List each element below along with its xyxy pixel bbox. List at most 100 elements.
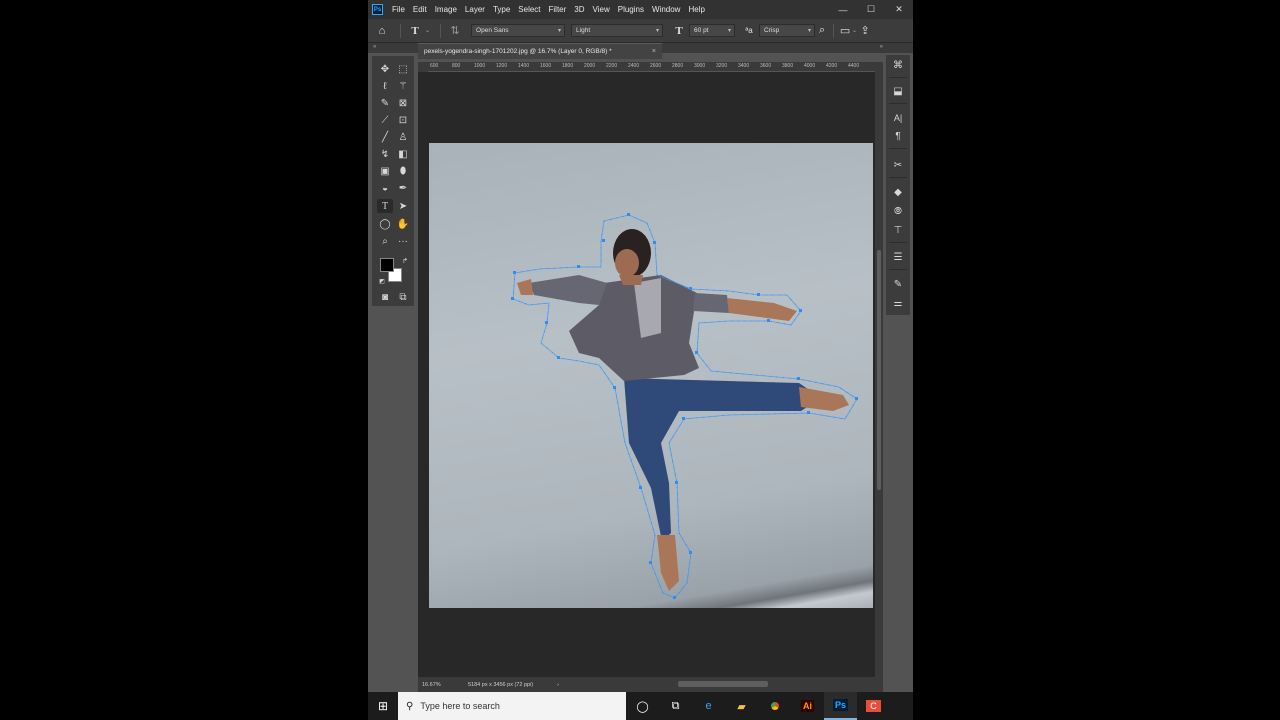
quick-selection-tool-icon[interactable]: ✎ bbox=[377, 96, 393, 110]
default-colors-icon[interactable]: ◩ bbox=[374, 274, 390, 288]
marquee-tool-icon[interactable]: ⬚ bbox=[395, 62, 411, 76]
document-tab[interactable]: pexels-yogendra-singh-1701202.jpg @ 16.7… bbox=[418, 43, 662, 59]
adjustments-panel-icon[interactable]: ☰ bbox=[886, 249, 910, 265]
photo-layer[interactable] bbox=[429, 143, 873, 608]
ruler-label: 3200 bbox=[716, 63, 728, 69]
dodge-tool-icon[interactable]: ◒ bbox=[377, 181, 393, 195]
menu-3d[interactable]: 3D bbox=[570, 5, 588, 14]
screen-mode-icon[interactable]: ⧉ bbox=[395, 290, 411, 304]
home-icon[interactable]: ⌂ bbox=[368, 25, 396, 37]
app-icon[interactable]: C bbox=[857, 692, 890, 720]
photoshop-taskbar-icon[interactable]: Ps bbox=[824, 692, 857, 720]
menu-image[interactable]: Image bbox=[431, 5, 461, 14]
move-tool-icon[interactable]: ✥ bbox=[377, 62, 393, 76]
font-size-select[interactable]: 60 pt ▾ bbox=[689, 24, 736, 37]
close-button[interactable]: ✕ bbox=[885, 4, 913, 15]
quick-mask-icon[interactable]: ◙ bbox=[377, 290, 393, 304]
chrome-icon[interactable] bbox=[758, 692, 791, 720]
channels-panel-icon[interactable]: ⦾ bbox=[886, 203, 910, 219]
ruler-label: 3800 bbox=[782, 63, 794, 69]
properties-panel-icon[interactable]: ⬓ bbox=[886, 83, 910, 99]
menu-edit[interactable]: Edit bbox=[409, 5, 431, 14]
layers-panel-icon[interactable]: ◆ bbox=[886, 184, 910, 200]
search-icon[interactable]: ⌕ bbox=[815, 24, 829, 37]
minimize-button[interactable]: — bbox=[829, 5, 857, 15]
gradient-tool-icon[interactable]: ▣ bbox=[377, 164, 393, 178]
more-tools-icon[interactable]: ··· bbox=[395, 234, 411, 248]
text-orientation-icon[interactable]: ⇅ bbox=[445, 24, 465, 37]
taskbar-search-box[interactable]: ⚲ Type here to search bbox=[398, 692, 626, 720]
status-menu-arrow[interactable]: › bbox=[557, 682, 559, 688]
history-panel-icon[interactable]: ⌘ bbox=[886, 57, 910, 73]
type-tool-preset-icon[interactable]: T bbox=[405, 25, 425, 37]
collapse-right-icon[interactable]: » bbox=[880, 44, 883, 50]
vertical-scroll-thumb[interactable] bbox=[877, 250, 881, 490]
canvas-area[interactable] bbox=[418, 72, 875, 677]
font-family-select[interactable]: Open Sans ▾ bbox=[471, 24, 566, 37]
ellipse-tool-icon[interactable]: ◯ bbox=[377, 217, 393, 231]
workspace-icon[interactable]: ▭ bbox=[838, 24, 852, 37]
edge-icon[interactable]: e bbox=[692, 692, 725, 720]
blur-tool-icon[interactable]: ⬮ bbox=[395, 164, 411, 178]
ruler-label: 2400 bbox=[628, 63, 640, 69]
share-icon[interactable]: ⇪ bbox=[857, 24, 873, 37]
zoom-level[interactable]: 16.67% bbox=[422, 682, 464, 688]
file-explorer-icon[interactable]: ▰ bbox=[725, 692, 758, 720]
crop-tool-icon[interactable]: ⊠ bbox=[395, 96, 411, 110]
divider bbox=[889, 148, 907, 149]
chevron-down-icon[interactable]: ⌄ bbox=[425, 27, 430, 34]
windows-start-icon[interactable]: ⊞ bbox=[368, 692, 398, 720]
foreground-color-swatch[interactable] bbox=[380, 258, 394, 272]
swap-colors-icon[interactable]: ↱ bbox=[397, 254, 413, 268]
lasso-tool-icon[interactable]: ℓ bbox=[377, 79, 393, 93]
path-selection-tool-icon[interactable]: ➤ bbox=[395, 199, 411, 213]
cortana-icon[interactable]: ◯ bbox=[626, 692, 659, 720]
clone-stamp-tool-icon[interactable]: ♙ bbox=[395, 130, 411, 144]
horizontal-scroll-thumb[interactable] bbox=[678, 681, 768, 687]
pen-tool-icon[interactable]: ✒ bbox=[395, 181, 411, 195]
eraser-tool-icon[interactable]: ◧ bbox=[395, 147, 411, 161]
illustrator-icon[interactable]: Ai bbox=[791, 692, 824, 720]
menu-filter[interactable]: Filter bbox=[545, 5, 571, 14]
maximize-button[interactable]: ☐ bbox=[857, 4, 885, 15]
ruler-label: 1600 bbox=[540, 63, 552, 69]
type-tool-icon[interactable]: T bbox=[377, 199, 393, 213]
ruler-horizontal: 600 800 1000 1200 1400 1600 1800 2000 22… bbox=[428, 62, 875, 72]
brush-tool-icon[interactable]: ╱ bbox=[377, 130, 393, 144]
menu-layer[interactable]: Layer bbox=[461, 5, 489, 14]
divider bbox=[889, 77, 907, 78]
ruler-label: 3600 bbox=[760, 63, 772, 69]
divider bbox=[440, 23, 442, 38]
paths-panel-icon[interactable]: ⊤ bbox=[886, 222, 910, 238]
eyedropper-tool-icon[interactable]: ⟋ bbox=[377, 113, 393, 127]
font-style-select[interactable]: Light ▾ bbox=[571, 24, 664, 37]
brush-settings-icon[interactable]: ⚌ bbox=[886, 295, 910, 311]
antialias-select[interactable]: Crisp ▾ bbox=[759, 24, 816, 37]
tools-presets-icon[interactable]: ✂ bbox=[886, 157, 910, 173]
menu-help[interactable]: Help bbox=[684, 5, 708, 14]
ruler-label: 2600 bbox=[650, 63, 662, 69]
menu-type[interactable]: Type bbox=[489, 5, 514, 14]
font-family-value: Open Sans bbox=[476, 27, 509, 34]
task-view-icon[interactable]: ⧉ bbox=[659, 692, 692, 720]
menu-plugins[interactable]: Plugins bbox=[614, 5, 648, 14]
ruler-label: 800 bbox=[452, 63, 461, 69]
close-tab-icon[interactable]: × bbox=[652, 48, 656, 55]
menu-window[interactable]: Window bbox=[648, 5, 684, 14]
divider bbox=[833, 23, 835, 38]
antialias-icon: ªa bbox=[745, 26, 753, 35]
zoom-tool-icon[interactable]: ⌕ bbox=[377, 234, 393, 248]
menu-file[interactable]: File bbox=[388, 5, 409, 14]
document-info: 5184 px x 3456 px (72 ppi) bbox=[468, 681, 534, 688]
collapse-left-icon[interactable]: « bbox=[373, 44, 376, 50]
magic-wand-tool-icon[interactable]: ⚚ bbox=[395, 79, 411, 93]
menu-select[interactable]: Select bbox=[514, 5, 544, 14]
paragraph-panel-icon[interactable]: ¶ bbox=[886, 128, 910, 144]
character-panel-icon[interactable]: A| bbox=[886, 110, 910, 126]
history-brush-tool-icon[interactable]: ↯ bbox=[377, 147, 393, 161]
frame-tool-icon[interactable]: ⊡ bbox=[395, 113, 411, 127]
hand-tool-icon[interactable]: ✋ bbox=[395, 217, 411, 231]
ruler-label: 4000 bbox=[804, 63, 816, 69]
menu-view[interactable]: View bbox=[589, 5, 614, 14]
brushes-panel-icon[interactable]: ✎ bbox=[886, 276, 910, 292]
